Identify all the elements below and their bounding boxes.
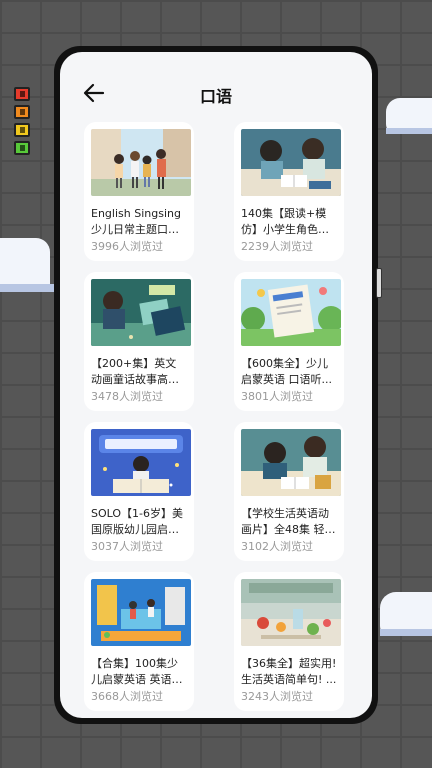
phone-side-button [376,268,382,298]
course-card[interactable]: 【36集全】超实用!生活英语简单句! ... 3243人浏览过 [234,572,344,711]
course-title: SOLO【1-6岁】美国原版幼儿园启蒙英... [91,507,184,536]
view-count: 3243人浏览过 [241,690,313,703]
course-thumbnail [241,579,341,646]
course-thumbnail [91,429,191,496]
pixel-cloud [386,98,432,134]
course-title: 【学校生活英语动画片】全48集 轻松... [241,507,329,536]
course-card[interactable]: 【600集全】少儿启蒙英语 口语听... 3801人浏览过 [234,272,344,411]
course-title: 【600集全】少儿启蒙英语 口语听... [241,357,332,386]
orange-light-icon [14,105,30,119]
course-card[interactable]: 【200+集】英文动画童话故事高清合... 3478人浏览过 [84,272,194,411]
yellow-light-icon [14,123,30,137]
course-title: 140集【跟读+模仿】小学生角色扮... [241,207,327,236]
course-card[interactable]: SOLO【1-6岁】美国原版幼儿园启蒙英... 3037人浏览过 [84,422,194,561]
life-indicator [14,87,30,159]
course-thumbnail [91,129,191,196]
view-count: 3801人浏览过 [241,390,313,403]
course-card[interactable]: 【合集】100集少儿启蒙英语 英语动... 3668人浏览过 [84,572,194,711]
page-title: 口语 [199,87,232,106]
pixel-cloud [0,238,54,292]
course-thumbnail [241,429,341,496]
course-card[interactable]: English Singsing少儿日常主题口语【... 3996人浏览过 [84,122,194,261]
course-thumbnail [91,579,191,646]
course-card[interactable]: 140集【跟读+模仿】小学生角色扮... 2239人浏览过 [234,122,344,261]
course-title: 【36集全】超实用!生活英语简单句! ... [241,657,337,686]
course-title: 【200+集】英文动画童话故事高清合... [91,357,179,386]
course-thumbnail [241,129,341,196]
course-card[interactable]: 【学校生活英语动画片】全48集 轻松... 3102人浏览过 [234,422,344,561]
view-count: 3037人浏览过 [91,540,163,553]
view-count: 3102人浏览过 [241,540,313,553]
pixel-cloud [380,592,432,636]
phone-frame: 口语 English Singsing少儿日常主题口语【... 3996人浏览过 [54,46,382,724]
view-count: 3668人浏览过 [91,690,163,703]
page-header: 口语 [60,52,372,122]
course-thumbnail [241,279,341,346]
red-light-icon [14,87,30,101]
view-count: 3478人浏览过 [91,390,163,403]
app-screen: 口语 English Singsing少儿日常主题口语【... 3996人浏览过 [60,52,372,718]
course-title: English Singsing少儿日常主题口语【... [91,207,181,236]
green-light-icon [14,141,30,155]
course-thumbnail [91,279,191,346]
view-count: 2239人浏览过 [241,240,313,253]
course-title: 【合集】100集少儿启蒙英语 英语动... [91,657,178,686]
view-count: 3996人浏览过 [91,240,163,253]
course-grid: English Singsing少儿日常主题口语【... 3996人浏览过 14… [84,122,354,711]
